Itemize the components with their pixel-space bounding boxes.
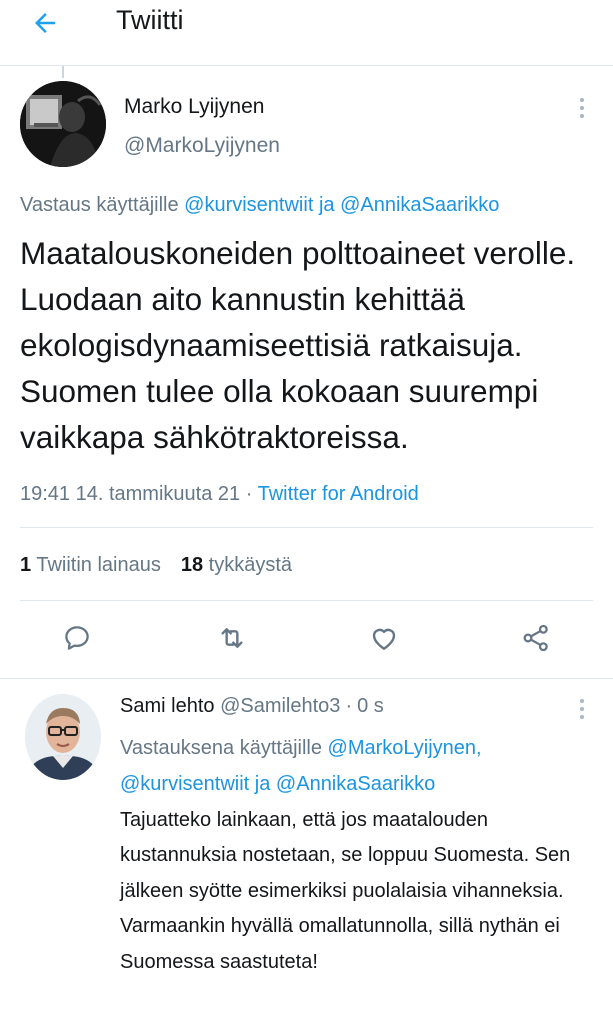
reply-separator: ·	[345, 695, 353, 717]
share-button[interactable]	[518, 618, 554, 658]
reply-prefix: Vastauksena käyttäjille	[120, 737, 322, 759]
quote-label: Twiitin lainaus	[36, 554, 161, 576]
back-button[interactable]	[28, 6, 62, 40]
like-icon	[372, 628, 396, 650]
retweet-button[interactable]	[214, 618, 250, 658]
retweet-icon	[221, 628, 243, 648]
reply-text: Tajuatteko lainkaan, että jos maataloude…	[120, 809, 571, 973]
more-dot	[580, 114, 584, 118]
like-button[interactable]	[366, 618, 402, 658]
mention-link[interactable]: @kurvisentwiit	[120, 773, 249, 795]
more-dot	[580, 106, 584, 110]
tweet-text: Maatalouskoneiden polttoaineet verolle. …	[20, 235, 576, 455]
share-icon	[523, 624, 548, 652]
timestamp[interactable]: 19:41 14. tammikuuta 21	[20, 483, 240, 505]
top-app-bar: Twiitti	[0, 0, 613, 66]
tweet-metadata: 19:41 14. tammikuuta 21 · Twitter for An…	[20, 483, 419, 506]
quote-stat[interactable]: 1 Twiitin lainaus	[20, 554, 161, 576]
mention-link[interactable]: @kurvisentwiit	[184, 194, 313, 216]
divider	[20, 600, 593, 601]
author-name[interactable]: Marko Lyijynen	[124, 95, 264, 119]
like-stat[interactable]: 18 tykkäystä	[181, 554, 292, 576]
reply-context: Vastauksena käyttäjille @MarkoLyijynen, …	[120, 730, 600, 802]
reply-author-name[interactable]: Sami lehto	[120, 695, 215, 717]
more-options-button[interactable]	[574, 96, 590, 120]
source-link[interactable]: Twitter for Android	[258, 483, 419, 505]
reply-header: Sami lehto @Samilehto3 · 0 s	[120, 695, 384, 718]
meta-separator: ·	[245, 483, 253, 505]
mention-link[interactable]: @MarkoLyijynen,	[328, 737, 482, 759]
author-handle[interactable]: @MarkoLyijynen	[124, 134, 280, 158]
more-dots-icon	[580, 699, 584, 703]
reply-and: ja	[318, 194, 335, 216]
mention-link[interactable]: @AnnikaSaarikko	[340, 194, 499, 216]
reply-avatar[interactable]	[25, 694, 101, 780]
thread-connector-line	[62, 66, 64, 78]
more-dots-icon	[580, 98, 584, 102]
reply-context: Vastaus käyttäjille @kurvisentwiit ja @A…	[20, 194, 499, 217]
page-title: Twiitti	[116, 5, 184, 35]
section-divider	[0, 678, 613, 679]
reply-icon	[65, 626, 89, 650]
reply-author-photo	[25, 694, 101, 780]
reply-more-options-button[interactable]	[574, 697, 590, 721]
arrow-left-icon	[35, 13, 55, 33]
like-label: tykkäystä	[208, 554, 293, 576]
reply-prefix: Vastaus käyttäjille	[20, 194, 179, 216]
action-bar	[0, 618, 613, 662]
avatar[interactable]	[20, 81, 106, 167]
reply-and: ja	[254, 773, 271, 795]
more-dot	[580, 715, 584, 719]
like-count: 18	[180, 554, 204, 576]
reply-button[interactable]	[59, 618, 95, 658]
author-photo	[20, 81, 106, 167]
reply-author-handle[interactable]: @Samilehto3	[220, 695, 340, 717]
reply-timestamp[interactable]: 0 s	[357, 695, 384, 717]
more-dot	[580, 707, 584, 711]
divider	[20, 527, 593, 528]
quote-count: 1	[20, 554, 32, 576]
mention-link[interactable]: @AnnikaSaarikko	[276, 773, 435, 795]
tweet-stats: 1 Twiitin lainaus 18 tykkäystä	[20, 554, 292, 577]
